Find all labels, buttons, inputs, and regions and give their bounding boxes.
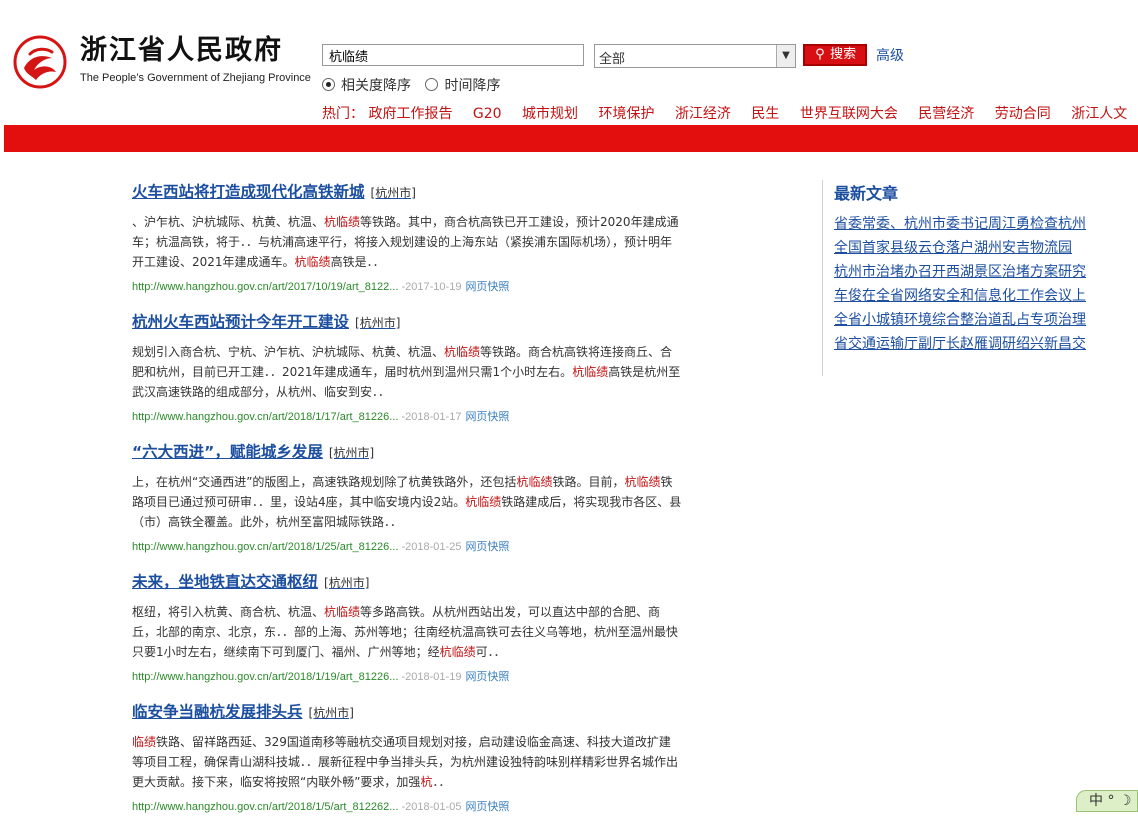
result-date: -2018-01-19 [401,671,462,683]
sidebar-list: 省委常委、杭州市委书记周江勇检查杭州 全国首家县级云仓落户湖州安吉物流园 杭州市… [834,212,1113,356]
result-date: -2018-01-25 [401,541,462,553]
hot-keywords: 热门： 政府工作报告 G20 城市规划 环境保护 浙江经济 民生 世界互联网大会… [322,103,1138,123]
hot-item[interactable]: 世界互联网大会 [800,106,898,122]
sidebar-article-link[interactable]: 省委常委、杭州市委书记周江勇检查杭州 [834,212,1106,236]
result-snippet: 临绩铁路、留祥路西延、329国道南移等融杭交通项目规划对接，启动建设临金高速、科… [132,735,679,789]
result-url: http://www.hangzhou.gov.cn/art/2018/1/17… [132,411,399,423]
hot-item[interactable]: 浙江经济 [675,106,731,122]
scope-select[interactable]: 全部 ▼ [594,44,796,68]
result-title[interactable]: 未来，坐地铁直达交通枢纽 [杭州市] [132,570,682,592]
search-icon: ⚲ [815,47,825,62]
latest-articles-sidebar: 最新文章 省委常委、杭州市委书记周江勇检查杭州 全国首家县级云仓落户湖州安吉物流… [822,180,1113,376]
hot-item[interactable]: 城市规划 [522,106,578,122]
hot-item[interactable]: 民营经济 [918,106,974,122]
result-snippet: 规划引入商合杭、宁杭、沪乍杭、沪杭城际、杭黄、杭温、杭临绩等铁路。商合杭高铁将连… [132,345,681,399]
result-cache-link[interactable]: 网页快照 [465,541,509,553]
radio-icon[interactable] [425,78,439,91]
hot-item[interactable]: 劳动合同 [995,106,1051,122]
result-region: [杭州市] [324,576,370,590]
ime-language-label: 中 [1089,793,1103,809]
search-button[interactable]: ⚲ 搜索 [803,44,867,66]
result-item: “六大西进”，赋能城乡发展 [杭州市] 上，在杭州“交通西进”的版图上，高速铁路规… [132,440,682,570]
sort-time-option[interactable]: 时间降序 [425,78,500,94]
hot-label: 热门： [322,106,364,122]
result-region: [杭州市] [355,316,401,330]
result-cache-link[interactable]: 网页快照 [465,411,509,423]
sidebar-article-link[interactable]: 全省小城镇环境综合整治道乱占专项治理 [834,308,1106,332]
result-title[interactable]: 临安争当融杭发展排头兵 [杭州市] [132,700,682,722]
brand[interactable]: 浙江省人民政府 The People’s Government of Zheji… [80,34,311,84]
result-title[interactable]: “六大西进”，赋能城乡发展 [杭州市] [132,440,682,462]
sidebar-article-link[interactable]: 杭州市治堵办召开西湖景区治堵方案研究 [834,260,1106,284]
result-title-text[interactable]: 临安争当融杭发展排头兵 [132,703,303,721]
result-snippet: 、沪乍杭、沪杭城际、杭黄、杭温、杭临绩等铁路。其中，商合杭高铁已开工建设，预计2… [132,215,679,269]
result-meta: http://www.hangzhou.gov.cn/art/2018/1/17… [132,408,682,424]
result-item: 未来，坐地铁直达交通枢纽 [杭州市] 枢纽，将引入杭黄、商合杭、杭温、杭临绩等多路… [132,570,682,700]
result-url: http://www.hangzhou.gov.cn/art/2018/1/19… [132,671,399,683]
result-snippet: 上，在杭州“交通西进”的版图上，高速铁路规划除了杭黄铁路外，还包括杭临绩铁路。目… [132,475,682,529]
result-date: -2018-01-17 [401,411,462,423]
scope-select-value: 全部 [599,52,626,67]
result-url: http://www.hangzhou.gov.cn/art/2018/1/25… [132,541,399,553]
ime-punctuation-icon: ° [1107,793,1115,809]
result-item: 临安争当融杭发展排头兵 [杭州市] 临绩铁路、留祥路西延、329国道南移等融杭交通… [132,700,682,830]
header-divider-band [4,125,1138,152]
sort-options: 相关度降序 时间降序 [322,75,510,95]
result-region: [杭州市] [328,446,375,460]
result-snippet: 枢纽，将引入杭黄、商合杭、杭温、杭临绩等多路高铁。从杭州西站出发，可以直达中部的… [132,605,679,659]
site-header: 浙江省人民政府 The People’s Government of Zheji… [0,0,1138,125]
brand-name-cn: 浙江省人民政府 [80,35,283,66]
sort-relevance-option[interactable]: 相关度降序 [322,78,411,94]
result-title[interactable]: 火车西站将打造成现代化高铁新城 [杭州市] [132,180,682,202]
sidebar-title: 最新文章 [834,184,899,203]
sort-relevance-label: 相关度降序 [341,78,411,94]
search-button-label: 搜索 [830,47,857,62]
result-url: http://www.hangzhou.gov.cn/art/2018/1/5/… [132,801,399,813]
search-results: 火车西站将打造成现代化高铁新城 [杭州市] 、沪乍杭、沪杭城际、杭黄、杭温、杭临绩… [132,180,682,830]
result-title-text[interactable]: 火车西站将打造成现代化高铁新城 [132,183,365,201]
hot-item[interactable]: 环境保护 [598,106,654,122]
result-url: http://www.hangzhou.gov.cn/art/2017/10/1… [132,281,399,293]
radio-selected-icon[interactable] [322,78,335,91]
result-item: 杭州火车西站预计今年开工建设 [杭州市] 规划引入商合杭、宁杭、沪乍杭、沪杭城际、… [132,310,682,440]
ime-status-widget[interactable]: 中 ° ☽ [1076,790,1138,812]
result-meta: http://www.hangzhou.gov.cn/art/2018/1/25… [132,538,682,554]
hot-item[interactable]: 政府工作报告 [368,106,452,122]
sort-time-label: 时间降序 [444,78,501,94]
result-date: -2017-10-19 [401,281,462,293]
hot-item[interactable]: 民生 [751,106,779,122]
result-cache-link[interactable]: 网页快照 [465,281,509,293]
result-cache-link[interactable]: 网页快照 [465,801,509,813]
result-item: 火车西站将打造成现代化高铁新城 [杭州市] 、沪乍杭、沪杭城际、杭黄、杭温、杭临绩… [132,180,682,310]
advanced-search-link[interactable]: 高级 [876,45,904,65]
result-meta: http://www.hangzhou.gov.cn/art/2018/1/19… [132,668,682,684]
result-region: [杭州市] [370,186,416,200]
hot-item[interactable]: G20 [473,106,502,122]
result-title-text[interactable]: “六大西进”，赋能城乡发展 [132,443,323,461]
sidebar-article-link[interactable]: 省交通运输厅副厅长赵雁调研绍兴新昌交 [834,332,1106,356]
result-cache-link[interactable]: 网页快照 [465,671,509,683]
zhejiang-emblem-icon [13,35,67,89]
sidebar-article-link[interactable]: 车俊在全省网络安全和信息化工作会议上 [834,284,1106,308]
result-title[interactable]: 杭州火车西站预计今年开工建设 [杭州市] [132,310,682,332]
result-date: -2018-01-05 [401,801,462,813]
sidebar-article-link[interactable]: 全国首家县级云仓落户湖州安吉物流园 [834,236,1106,260]
search-input[interactable] [322,44,584,66]
result-meta: http://www.hangzhou.gov.cn/art/2017/10/1… [132,278,682,294]
result-title-text[interactable]: 未来，坐地铁直达交通枢纽 [132,573,318,591]
brand-name-en: The People’s Government of Zhejiang Prov… [80,72,311,84]
hot-item[interactable]: 浙江人文 [1071,106,1127,122]
chevron-down-icon[interactable]: ▼ [776,45,795,67]
moon-icon: ☽ [1118,793,1132,809]
result-title-text[interactable]: 杭州火车西站预计今年开工建设 [132,313,349,331]
result-region: [杭州市] [308,706,354,720]
